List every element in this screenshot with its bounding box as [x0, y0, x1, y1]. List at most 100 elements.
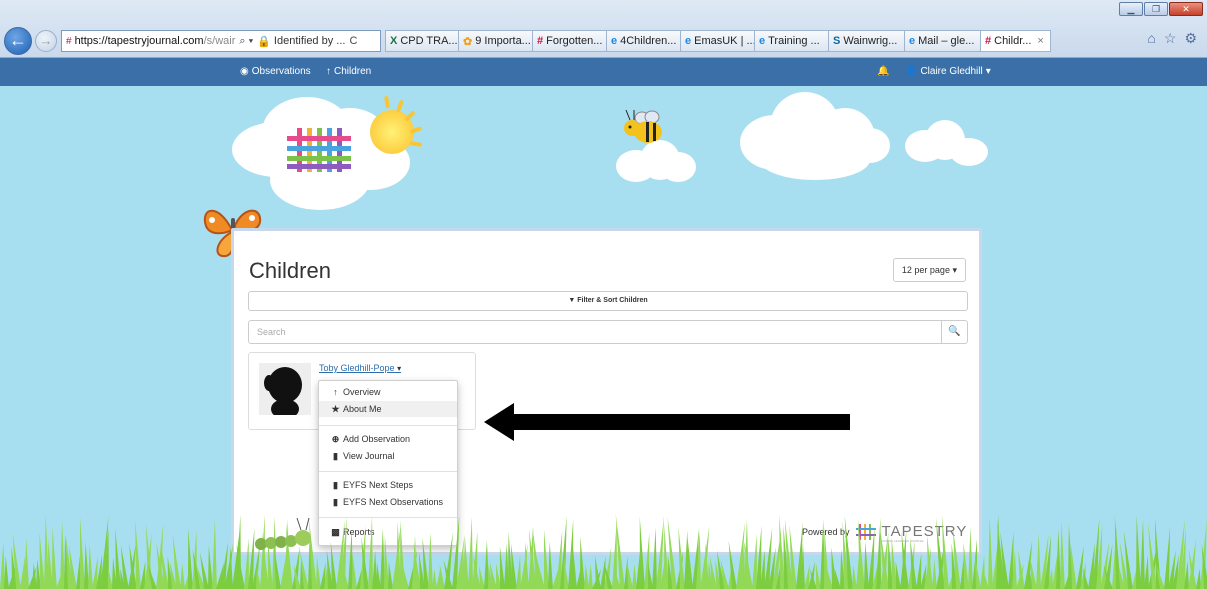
app-navbar: ◉ Observations ↑ Children 🔔 👤 Claire Gle…: [0, 58, 1207, 86]
tapestry-icon: #: [537, 35, 544, 47]
filter-sort-button[interactable]: ▼ Filter & Sort Children: [248, 291, 968, 311]
grass-blade: [499, 546, 505, 589]
browser-tab[interactable]: S Wainwrig...: [829, 30, 905, 52]
menu-label: Add Observation: [343, 434, 411, 444]
grass-blade: [208, 544, 213, 589]
address-bar[interactable]: # https://tapestryjournal.com /s/wair ⌕ …: [61, 30, 381, 52]
user-menu[interactable]: 👤 Claire Gledhill ▾: [905, 66, 991, 77]
grass-blade: [244, 538, 249, 589]
browser-tab[interactable]: # Childr... ×: [981, 30, 1051, 52]
star-icon: ★: [331, 404, 340, 414]
nav-observations[interactable]: ◉ Observations: [240, 66, 311, 77]
child-name-link[interactable]: Toby Gledhill-Pope ▾: [319, 363, 401, 373]
minimize-button[interactable]: ▁: [1119, 2, 1143, 16]
grass-blade: [464, 534, 469, 589]
pin-icon: ↑: [333, 387, 338, 397]
browser-tab[interactable]: e Training ...: [755, 30, 829, 52]
grass-blade: [88, 544, 93, 589]
steps-icon: ▮: [333, 480, 338, 490]
grass-blade: [352, 553, 357, 589]
grass-blade: [584, 563, 589, 589]
menu-divider: [319, 471, 457, 472]
notifications-bell[interactable]: 🔔: [877, 66, 889, 77]
chevron-down-icon: ▾: [952, 265, 957, 275]
bee-icon: [624, 109, 662, 143]
grass-blade: [1144, 555, 1149, 589]
menu-item-eyfs-next-observations[interactable]: ▮ EYFS Next Observations: [319, 494, 457, 510]
browser-tab[interactable]: e Mail – gle...: [905, 30, 981, 52]
grass-blade: [135, 519, 141, 589]
browser-tab[interactable]: X CPD TRA...: [385, 30, 459, 52]
tapestry-icon: #: [985, 35, 992, 47]
restore-button[interactable]: ❐: [1144, 2, 1168, 16]
search-row: 🔍: [248, 320, 968, 344]
search-dropdown-icon[interactable]: ⌕ ▾: [239, 35, 253, 48]
grass-blade: [52, 526, 57, 589]
grass-blade: [852, 565, 857, 589]
browser-tab-label: Mail – gle...: [918, 35, 975, 47]
grass-blade: [188, 528, 193, 589]
grass-blade: [879, 527, 889, 589]
close-window-button[interactable]: ✕: [1169, 2, 1203, 16]
grass-blade: [1136, 515, 1141, 589]
grass-blade: [212, 519, 217, 589]
browser-nav-row: ← → # https://tapestryjournal.com /s/wai…: [4, 26, 1051, 56]
menu-item-eyfs-next-steps[interactable]: ▮ EYFS Next Steps: [319, 477, 457, 493]
forward-button[interactable]: →: [35, 30, 57, 52]
home-icon[interactable]: ⌂: [1147, 30, 1155, 47]
children-panel: Children 12 per page ▾ ▼ Filter & Sort C…: [231, 228, 982, 555]
browser-tab[interactable]: e 4Children...: [607, 30, 681, 52]
browser-tab-label: Wainwrig...: [843, 35, 898, 47]
user-icon: 👤: [905, 66, 918, 77]
grass-blade: [1196, 568, 1201, 589]
browser-tab[interactable]: # Forgotten...: [533, 30, 607, 52]
browser-tab-label: 9 Importa...: [475, 35, 531, 47]
settings-gear-icon[interactable]: ⚙: [1184, 30, 1197, 47]
search-icon: 🔍: [948, 326, 961, 337]
search-input[interactable]: [248, 320, 942, 344]
excel-icon: X: [390, 35, 398, 47]
refresh-icon[interactable]: C: [349, 35, 357, 47]
address-url-rest: /s/wair: [203, 35, 236, 47]
browser-tab[interactable]: e EmasUK | ...: [681, 30, 755, 52]
menu-item-overview[interactable]: ↑ Overview: [319, 384, 457, 400]
menu-label: Overview: [343, 387, 381, 397]
grass-blade: [864, 540, 869, 589]
menu-item-add-observation[interactable]: ⊕ Add Observation: [319, 431, 457, 447]
close-tab-icon[interactable]: ×: [1037, 35, 1043, 47]
address-url: https://tapestryjournal.com: [74, 35, 204, 47]
browser-tab[interactable]: ✿ 9 Importa...: [459, 30, 533, 52]
grass-blade: [432, 568, 437, 589]
grass-blade: [632, 563, 637, 589]
grass-blade: [511, 543, 517, 589]
ie-icon: e: [611, 35, 618, 47]
page-title: Children: [249, 258, 331, 283]
security-identity[interactable]: Identified by ...: [274, 35, 346, 47]
grass-blade: [600, 555, 606, 589]
menu-item-about-me[interactable]: ★ About Me: [319, 401, 457, 417]
eye-icon: ◉: [240, 66, 249, 77]
grass-blade: [368, 516, 373, 589]
favorites-star-icon[interactable]: ☆: [1164, 30, 1177, 47]
grass-blade: [1140, 519, 1145, 589]
menu-label: EYFS Next Steps: [343, 480, 414, 490]
back-button[interactable]: ←: [4, 27, 32, 55]
filter-sort-label: Filter & Sort Children: [577, 297, 648, 304]
child-name-label: Toby Gledhill-Pope: [319, 363, 395, 373]
child-avatar[interactable]: [259, 363, 311, 415]
grass-blade: [639, 516, 645, 589]
browser-tab-label: EmasUK | ...: [694, 35, 755, 47]
search-button[interactable]: 🔍: [942, 320, 968, 344]
grass-blade: [627, 562, 633, 589]
per-page-dropdown[interactable]: 12 per page ▾: [892, 258, 966, 282]
grass-blade: [652, 527, 657, 589]
grass-blade: [115, 528, 121, 589]
grass-blade: [687, 538, 693, 589]
menu-item-view-journal[interactable]: ▮ View Journal: [319, 448, 457, 464]
browser-tab-label: 4Children...: [620, 35, 677, 47]
grass-blade: [548, 541, 553, 589]
grass-blade: [4, 555, 9, 589]
grass-blade: [752, 533, 757, 589]
browser-right-icons: ⌂ ☆ ⚙: [1147, 30, 1197, 47]
nav-children[interactable]: ↑ Children: [326, 66, 371, 77]
